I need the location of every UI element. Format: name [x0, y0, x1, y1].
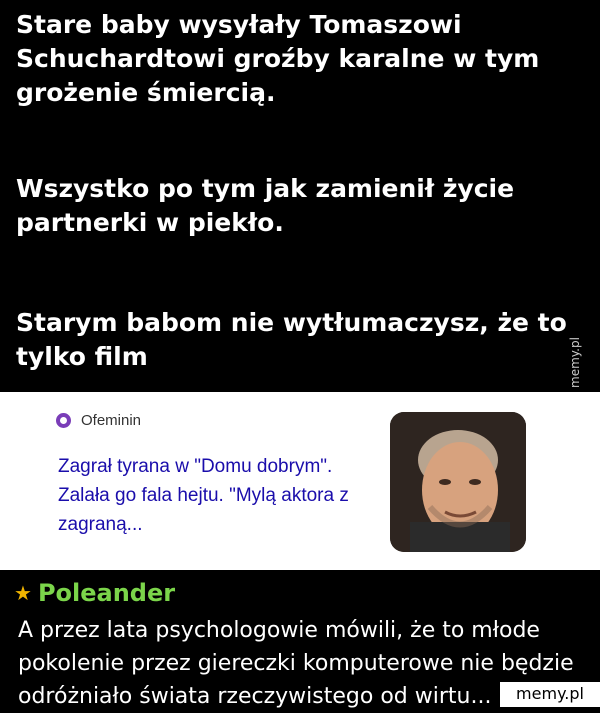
meme-paragraph-3: Starym babom nie wytłumaczysz, że to tyl… [16, 306, 566, 374]
meme-paragraph-3-line-1: Starym babom nie wytłumaczysz, że to [16, 308, 566, 337]
side-watermark-text: memy.pl [568, 337, 582, 388]
meme-paragraph-2: Wszystko po tym jak zamienił życie partn… [16, 174, 515, 237]
article-source-label: Ofeminin [81, 412, 142, 429]
article-source: Ofeminin [56, 412, 141, 429]
source-logo-icon [56, 413, 71, 428]
article-headline[interactable]: Zagrał tyrana w "Domu dobrym". Zalała go… [58, 452, 378, 539]
actor-portrait-icon[interactable] [390, 412, 526, 552]
comment-author[interactable]: ★ Poleander [14, 578, 175, 608]
star-icon: ★ [14, 581, 32, 605]
side-watermark: memy.pl [568, 337, 582, 388]
comment-author-name[interactable]: Poleander [38, 578, 175, 608]
actor-portrait-graphic [390, 412, 526, 552]
meme-paragraph-1: Stare baby wysyłały Tomaszowi Schuchardt… [16, 10, 540, 107]
meme-paragraph-3-line-2: tylko film [16, 342, 148, 371]
bottom-watermark: memy.pl [500, 682, 600, 707]
